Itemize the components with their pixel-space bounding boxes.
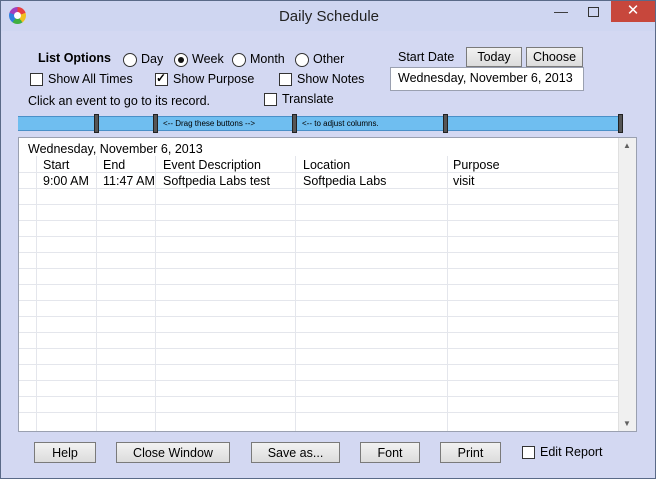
radio-month-label[interactable]: Month (250, 52, 285, 66)
row-line (19, 252, 619, 253)
row-line (19, 172, 619, 173)
radio-day-label[interactable]: Day (141, 52, 163, 66)
column-divider (295, 156, 296, 431)
start-date-label: Start Date (398, 50, 455, 64)
show-purpose-checkbox[interactable] (155, 71, 168, 86)
radio-day[interactable] (123, 53, 137, 67)
column-drag-handle[interactable] (153, 114, 158, 133)
radio-other[interactable] (295, 53, 309, 67)
scroll-down-icon[interactable]: ▼ (623, 419, 631, 428)
start-date-field[interactable]: Wednesday, November 6, 2013 (390, 67, 584, 91)
row-line (19, 204, 619, 205)
list-options-label: List Options (38, 51, 111, 65)
column-header-start: Start (43, 158, 70, 172)
column-divider (155, 156, 156, 431)
column-header-end: End (103, 158, 126, 172)
column-header-description: Event Description (163, 158, 261, 172)
row-line (19, 268, 619, 269)
edit-report-label[interactable]: Edit Report (540, 445, 603, 459)
column-header-purpose: Purpose (453, 158, 500, 172)
column-divider (96, 156, 97, 431)
vertical-scrollbar[interactable]: ▲ ▼ (618, 138, 636, 431)
column-header-location: Location (303, 158, 351, 172)
scroll-up-icon[interactable]: ▲ (623, 141, 631, 150)
row-line (19, 348, 619, 349)
column-bar-segment (447, 116, 620, 131)
event-purpose[interactable]: visit (453, 174, 475, 188)
translate-label[interactable]: Translate (282, 92, 334, 106)
row-line (19, 188, 619, 189)
title-bar[interactable]: Daily Schedule — ✕ (1, 1, 655, 31)
radio-other-label[interactable]: Other (313, 52, 344, 66)
report-date-heading: Wednesday, November 6, 2013 (28, 142, 203, 156)
column-bar-segment (98, 116, 155, 131)
column-drag-handle[interactable] (94, 114, 99, 133)
row-line (19, 332, 619, 333)
minimize-button[interactable]: — (546, 1, 576, 22)
event-location[interactable]: Softpedia Labs (303, 174, 386, 188)
radio-week[interactable] (174, 53, 188, 67)
row-line (19, 380, 619, 381)
report-panel[interactable]: Wednesday, November 6, 2013 Start End Ev… (18, 137, 637, 432)
row-line (19, 316, 619, 317)
row-line (19, 364, 619, 365)
column-drag-handle[interactable] (618, 114, 623, 133)
event-end-time[interactable]: 11:47 AM (103, 174, 155, 188)
column-divider (447, 156, 448, 431)
show-notes-checkbox[interactable] (279, 73, 292, 86)
column-divider (36, 156, 37, 431)
translate-checkbox[interactable] (264, 93, 277, 106)
edit-report-checkbox[interactable] (522, 446, 535, 459)
print-button[interactable]: Print (440, 442, 501, 463)
event-start-time[interactable]: 9:00 AM (43, 174, 89, 188)
radio-week-label[interactable]: Week (192, 52, 224, 66)
row-line (19, 300, 619, 301)
column-adjust-hint: <-- to adjust columns. (296, 116, 445, 131)
choose-button[interactable]: Choose (526, 47, 583, 67)
event-description[interactable]: Softpedia Labs test (163, 174, 270, 188)
radio-month[interactable] (232, 53, 246, 67)
font-button[interactable]: Font (360, 442, 420, 463)
row-line (19, 284, 619, 285)
column-drag-handle[interactable] (292, 114, 297, 133)
show-all-times-checkbox[interactable] (30, 73, 43, 86)
column-drag-handle[interactable] (443, 114, 448, 133)
row-line (19, 396, 619, 397)
hint-text: Click an event to go to its record. (28, 94, 211, 108)
help-button[interactable]: Help (34, 442, 96, 463)
show-notes-label[interactable]: Show Notes (297, 72, 364, 86)
row-line (19, 236, 619, 237)
show-purpose-label[interactable]: Show Purpose (173, 72, 254, 86)
close-window-button[interactable]: Close Window (116, 442, 230, 463)
row-line (19, 220, 619, 221)
column-bar-segment (18, 116, 96, 131)
close-button[interactable]: ✕ (611, 1, 655, 22)
column-drag-hint: <-- Drag these buttons --> (157, 116, 294, 131)
row-line (19, 412, 619, 413)
save-as-button[interactable]: Save as... (251, 442, 340, 463)
show-all-times-label[interactable]: Show All Times (48, 72, 133, 86)
today-button[interactable]: Today (466, 47, 522, 67)
maximize-button[interactable] (578, 1, 608, 22)
maximize-icon (587, 7, 599, 18)
